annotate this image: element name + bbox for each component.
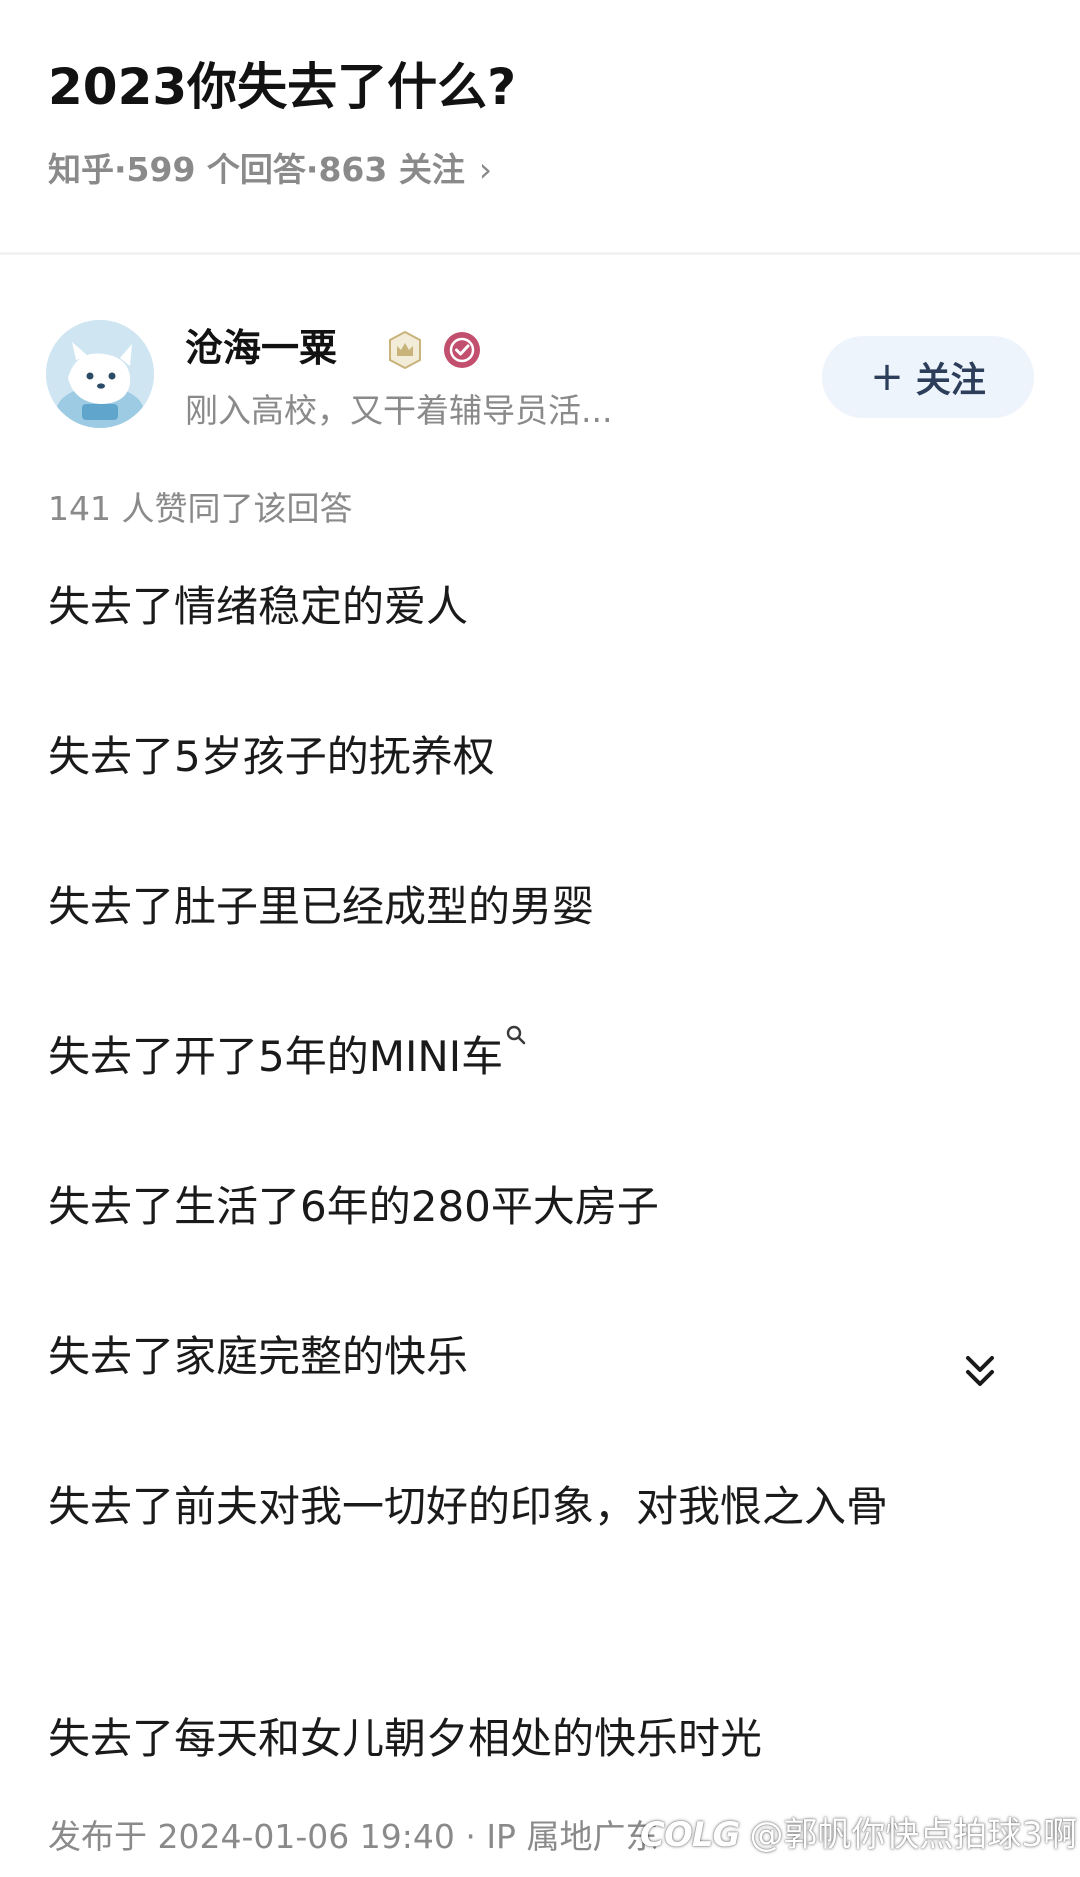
publish-time: 发布于 2024-01-06 19:40 · IP 属地 bbox=[48, 1817, 593, 1856]
double-chevron-down-icon bbox=[966, 1356, 994, 1386]
meta-separator: · bbox=[114, 150, 127, 189]
crown-badge-icon[interactable] bbox=[385, 330, 425, 370]
answer-line: 失去了5岁孩子的抚养权 bbox=[48, 732, 495, 781]
answer-line-with-search: 失去了开了5年的MINI车 bbox=[48, 1018, 527, 1096]
answer-line: 失去了生活了6年的280平大房子 bbox=[48, 1182, 659, 1231]
answers-count: 599 个回答 bbox=[126, 150, 306, 189]
answer-line: 失去了每天和女儿朝夕相处的快乐时光 bbox=[48, 1714, 763, 1763]
zhihu-answer-page: 2023你失去了什么? 知乎·599 个回答·863 关注 › 沧海一粟 刚入高… bbox=[0, 0, 1080, 1877]
author-row: 沧海一粟 刚入高校，又干着辅导员活... + 关注 bbox=[0, 300, 1080, 440]
section-divider bbox=[0, 252, 1080, 255]
publish-info: 发布于 2024-01-06 19:40 · IP 属地广东 bbox=[48, 1814, 658, 1860]
answer-line: 失去了前夫对我一切好的印象，对我恨之入骨 bbox=[48, 1482, 889, 1531]
meta-separator: · bbox=[305, 150, 319, 189]
avatar[interactable] bbox=[46, 320, 154, 428]
followers-count: 863 关注 bbox=[318, 150, 465, 189]
upvote-info: 141 人赞同了该回答 bbox=[48, 489, 353, 528]
watermark-logo: COLG bbox=[640, 1815, 740, 1855]
expand-button[interactable] bbox=[950, 1340, 1010, 1400]
author-name[interactable]: 沧海一粟 bbox=[185, 322, 337, 374]
watermark-handle: @郭帆你快点拍球3啊 bbox=[749, 1815, 1078, 1855]
search-icon[interactable] bbox=[505, 1024, 527, 1046]
watermark: COLG @郭帆你快点拍球3啊 bbox=[640, 1810, 1077, 1860]
answer-line: 失去了情绪稳定的爱人 bbox=[48, 582, 469, 631]
plus-icon: + bbox=[870, 354, 904, 400]
avatar-image bbox=[46, 320, 154, 428]
author-bio: 刚入高校，又干着辅导员活... bbox=[185, 391, 613, 430]
chevron-right-icon: › bbox=[478, 150, 493, 189]
question-source: 知乎 bbox=[48, 150, 114, 189]
answer-line: 失去了家庭完整的快乐 bbox=[48, 1332, 469, 1381]
question-title[interactable]: 2023你失去了什么? bbox=[48, 52, 516, 122]
follow-label: 关注 bbox=[915, 360, 986, 401]
answer-line-text: 失去了开了5年的MINI车 bbox=[48, 1032, 504, 1081]
follow-button[interactable]: + 关注 bbox=[822, 336, 1034, 418]
answer-line: 失去了肚子里已经成型的男婴 bbox=[48, 882, 595, 931]
question-meta[interactable]: 知乎·599 个回答·863 关注 › bbox=[48, 148, 492, 192]
question-header: 2023你失去了什么? 知乎·599 个回答·863 关注 › bbox=[0, 0, 1080, 256]
verified-badge-icon[interactable] bbox=[442, 330, 482, 370]
